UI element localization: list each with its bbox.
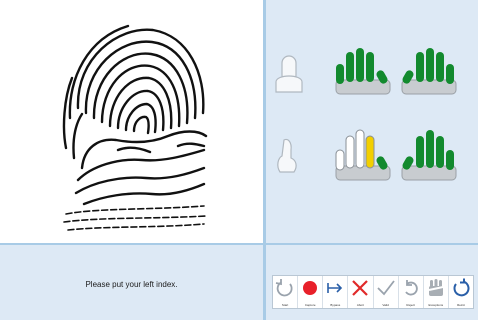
finger-left-index-r1 xyxy=(366,52,374,82)
flat-fingers-pose-icon xyxy=(275,55,303,93)
rolled-finger-pose-icon xyxy=(277,138,297,173)
finger-left-little-r1 xyxy=(336,64,344,84)
finger-left-ring-r1 xyxy=(346,52,354,82)
restart-icon xyxy=(275,279,293,297)
abort-icon xyxy=(352,280,369,296)
reject-button[interactable]: Reject xyxy=(399,276,424,308)
undo-icon xyxy=(404,280,418,296)
finger-left-middle-r2 xyxy=(355,129,365,169)
bandaged-hand-icon xyxy=(428,279,444,296)
valid-button[interactable]: Valid xyxy=(374,276,399,308)
left-hand-row2 xyxy=(335,129,391,181)
reinit-button[interactable]: Reinit xyxy=(449,276,473,308)
finger-left-index-current xyxy=(365,135,375,169)
check-icon xyxy=(376,280,395,296)
right-hand-row1 xyxy=(401,48,457,95)
bypass-icon xyxy=(327,283,343,293)
start-button[interactable]: Start xyxy=(273,276,299,308)
record-icon xyxy=(303,281,318,295)
finger-left-little-r2 xyxy=(335,149,345,171)
finger-left-middle-r1 xyxy=(356,48,364,82)
exceptions-button[interactable]: Exceptions xyxy=(424,276,449,308)
finger-status-panel xyxy=(266,0,478,243)
finger-left-ring-r2 xyxy=(345,135,355,169)
capture-button[interactable]: Capture xyxy=(298,276,324,308)
instruction-text: Please put your left index. xyxy=(85,280,178,289)
action-toolbar: Start Capture Bypass Abort Valid Reject … xyxy=(272,275,474,309)
left-hand-row1 xyxy=(335,48,391,95)
abort-button[interactable]: Abort xyxy=(348,276,374,308)
enrollment-window: Please put your left index. Start Captur… xyxy=(0,0,478,320)
right-hand-row2 xyxy=(401,130,457,181)
refresh-icon xyxy=(453,278,470,297)
fingerprint-image xyxy=(62,24,208,231)
bypass-button[interactable]: Bypass xyxy=(323,276,349,308)
